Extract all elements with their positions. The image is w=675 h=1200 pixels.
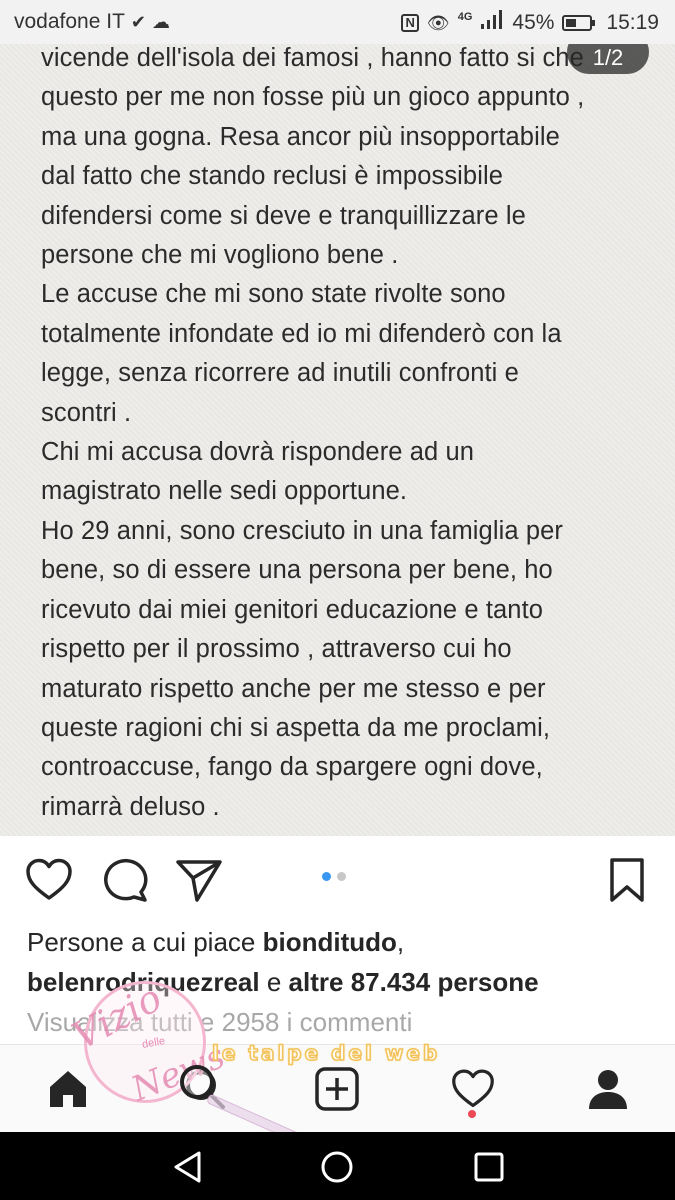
post-text-line: rimarrà deluso . <box>41 792 220 821</box>
post-text-line: bene, so di essere una persona per bene,… <box>41 556 553 585</box>
post-text-line: questo per me non fosse più un gioco app… <box>41 83 585 112</box>
profile-icon <box>589 1070 627 1109</box>
share-button[interactable] <box>175 856 223 904</box>
likes-summary: Persone a cui piace bionditudo, belenrod… <box>27 922 539 1002</box>
post-text-line: totalmente infondate ed io mi difenderò … <box>41 319 562 348</box>
liker-user-1[interactable]: bionditudo <box>263 927 397 957</box>
clock: 15:19 <box>606 11 659 34</box>
heart-icon <box>452 1069 494 1108</box>
post-image[interactable]: vicende dell'isola dei famosi , hanno fa… <box>0 44 675 836</box>
post-text-line: rispetto per il prossimo , attraverso cu… <box>41 635 512 664</box>
save-button[interactable] <box>603 856 651 904</box>
post-text-line: persone che mi vogliono bene . <box>41 241 399 270</box>
carousel-dot <box>337 872 346 881</box>
system-navigation-bar <box>0 1132 675 1200</box>
back-triangle-icon <box>174 1151 201 1183</box>
post-text-line: dal fatto che stando reclusi è impossibi… <box>41 162 504 191</box>
activity-notification-dot <box>468 1110 476 1118</box>
post-text-line: maturato rispetto anche per me stesso e … <box>41 674 546 703</box>
likes-comma: , <box>396 927 405 957</box>
post-text-line: ricevuto dai miei genitori educazione e … <box>41 595 544 624</box>
carrier-label: vodafone IT <box>14 10 125 33</box>
search-icon <box>186 1070 225 1109</box>
comment-button[interactable] <box>101 856 149 904</box>
system-recents-button[interactable] <box>472 1150 506 1189</box>
add-post-icon <box>315 1067 359 1111</box>
nav-activity[interactable] <box>451 1067 495 1111</box>
post-text-line: vicende dell'isola dei famosi , hanno fa… <box>41 44 584 72</box>
signal-icon <box>480 10 504 36</box>
post-text-line: ma una gogna. Resa ancor più insopportab… <box>41 122 560 151</box>
nav-new-post[interactable] <box>315 1067 359 1111</box>
post-text-line: controaccuse, fango da spargere ogni dov… <box>41 753 543 782</box>
likes-and: e <box>259 967 289 997</box>
bottom-navigation <box>0 1044 675 1133</box>
battery-icon <box>562 15 596 31</box>
status-left: vodafone IT ✔ ☁ <box>14 10 170 34</box>
nav-home[interactable] <box>46 1067 90 1111</box>
nav-profile[interactable] <box>586 1067 630 1111</box>
nav-search[interactable] <box>183 1067 227 1111</box>
comment-icon <box>104 859 148 902</box>
send-icon <box>176 860 222 902</box>
post-text-line: magistrato nelle sedi opportune. <box>41 477 408 506</box>
post-text-line: queste ragioni chi si aspetta da me proc… <box>41 713 551 742</box>
status-bar: vodafone IT ✔ ☁ N 👁 4G 45% 15:19 <box>0 0 675 44</box>
carousel-dot <box>322 872 331 881</box>
view-comments-link[interactable]: Visualizza tutti e 2958 i commenti <box>27 1002 412 1042</box>
cloud-icon: ☁ <box>152 12 170 32</box>
post-text-line: legge, senza ricorrere ad inutili confro… <box>41 359 519 388</box>
post-text-line: Le accuse che mi sono state rivolte sono <box>41 280 506 309</box>
carousel-indicator <box>322 872 346 881</box>
system-home-button[interactable] <box>320 1150 354 1189</box>
status-right: N 👁 4G 45% 15:19 <box>401 10 659 36</box>
likes-others-link[interactable]: altre 87.434 persone <box>289 967 539 997</box>
network-label: 4G <box>457 11 473 23</box>
post-text-line: difendersi come si deve e tranquillizzar… <box>41 201 526 230</box>
liker-user-2[interactable]: belenrodriquezreal <box>27 967 260 997</box>
bookmark-icon <box>610 858 644 902</box>
post-text: vicende dell'isola dei famosi , hanno fa… <box>41 44 651 827</box>
check-icon: ✔ <box>130 12 146 32</box>
likes-prefix: Persone a cui piace <box>27 927 263 957</box>
eye-icon: 👁 <box>426 13 450 33</box>
home-icon <box>50 1071 86 1107</box>
nfc-icon: N <box>401 14 419 32</box>
like-button[interactable] <box>25 856 73 904</box>
system-back-button[interactable] <box>171 1150 205 1189</box>
heart-icon <box>26 858 72 900</box>
post-text-line: scontri . <box>41 398 132 427</box>
battery-percent: 45% <box>512 11 555 34</box>
carousel-counter: 1/2 <box>567 44 649 74</box>
home-circle-icon <box>321 1151 353 1183</box>
recents-square-icon <box>474 1152 504 1182</box>
post-text-line: Chi mi accusa dovrà rispondere ad un <box>41 438 475 467</box>
post-text-line: Ho 29 anni, sono cresciuto in una famigl… <box>41 516 563 545</box>
